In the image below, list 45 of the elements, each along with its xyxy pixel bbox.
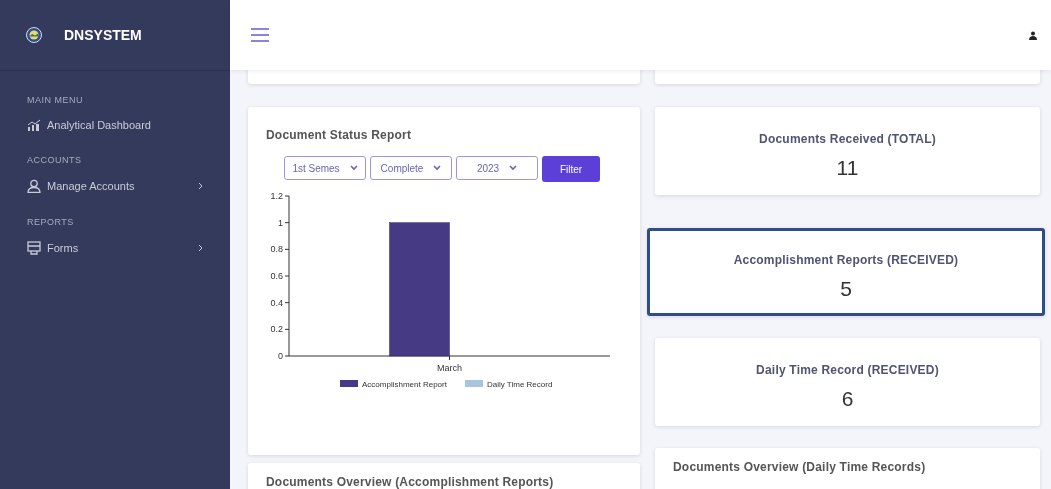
card-title: Documents Overview (Daily Time Records) bbox=[672, 459, 927, 474]
section-heading: ACCOUNTS bbox=[26, 154, 83, 165]
brand-name: DNSYSTEM bbox=[64, 27, 142, 43]
chevron-down-icon bbox=[509, 165, 518, 171]
section-heading: MAIN MENU bbox=[26, 94, 84, 105]
y-tick-label: 0.8 bbox=[270, 244, 283, 255]
legend-item: Accomplishment Report bbox=[340, 380, 447, 389]
stat-count: 11 bbox=[835, 156, 860, 180]
filter-select[interactable]: 2023 bbox=[456, 156, 538, 180]
y-tick-label: 0 bbox=[277, 351, 283, 361]
stat-title: Accomplishment Reports (RECEIVED) bbox=[732, 253, 960, 267]
y-tick-label: 1.2 bbox=[270, 191, 283, 201]
sidebar-item[interactable]: Forms bbox=[0, 227, 230, 255]
y-tick-label: 0.6 bbox=[270, 271, 283, 281]
seal-logo-icon bbox=[26, 27, 42, 43]
stat-count: 5 bbox=[839, 277, 853, 301]
bar-chart-icon bbox=[27, 119, 41, 131]
section-heading: REPORTS bbox=[26, 216, 75, 227]
chevron-down-icon bbox=[349, 165, 358, 171]
stat-card[interactable]: Documents Received (TOTAL) 11 bbox=[655, 107, 1040, 195]
legend-item: Daily Time Record bbox=[465, 380, 553, 389]
stat-title: Documents Received (TOTAL) bbox=[758, 132, 937, 146]
chevron-down-icon bbox=[433, 165, 442, 171]
card-title: Documents Overview (Accomplishment Reports) bbox=[265, 474, 555, 489]
y-tick-label: 1 bbox=[277, 217, 283, 228]
user-icon[interactable] bbox=[1029, 30, 1037, 40]
legend-label: Accomplishment Report bbox=[362, 380, 448, 389]
y-tick-label: 0.2 bbox=[270, 324, 283, 335]
x-tick-label: March bbox=[436, 363, 463, 373]
card-title: Document Status Report bbox=[265, 127, 413, 142]
filter-select[interactable]: 1st Semes bbox=[284, 156, 366, 180]
stat-card[interactable]: Daily Time Record (RECEIVED) 6 bbox=[655, 338, 1040, 426]
y-tick-label: 0.4 bbox=[270, 297, 283, 308]
stat-card[interactable]: Accomplishment Reports (RECEIVED) 5 bbox=[647, 228, 1045, 316]
y-axis: 0 0.2 0.4 0.6 0.8 1 1.2 bbox=[270, 191, 290, 361]
legend-label: Daily Time Record bbox=[487, 380, 553, 389]
sidebar-item[interactable]: Analytical Dashboard bbox=[0, 105, 230, 131]
stat-title: Daily Time Record (RECEIVED) bbox=[755, 363, 940, 377]
filter-select[interactable]: Complete bbox=[370, 156, 452, 180]
sidebar-item[interactable]: Manage Accounts bbox=[0, 165, 230, 193]
menu-icon[interactable] bbox=[250, 27, 270, 43]
user-icon bbox=[27, 179, 41, 193]
form-icon bbox=[27, 241, 41, 255]
stat-count: 6 bbox=[840, 387, 855, 411]
filter-button[interactable]: Filter bbox=[542, 156, 600, 182]
